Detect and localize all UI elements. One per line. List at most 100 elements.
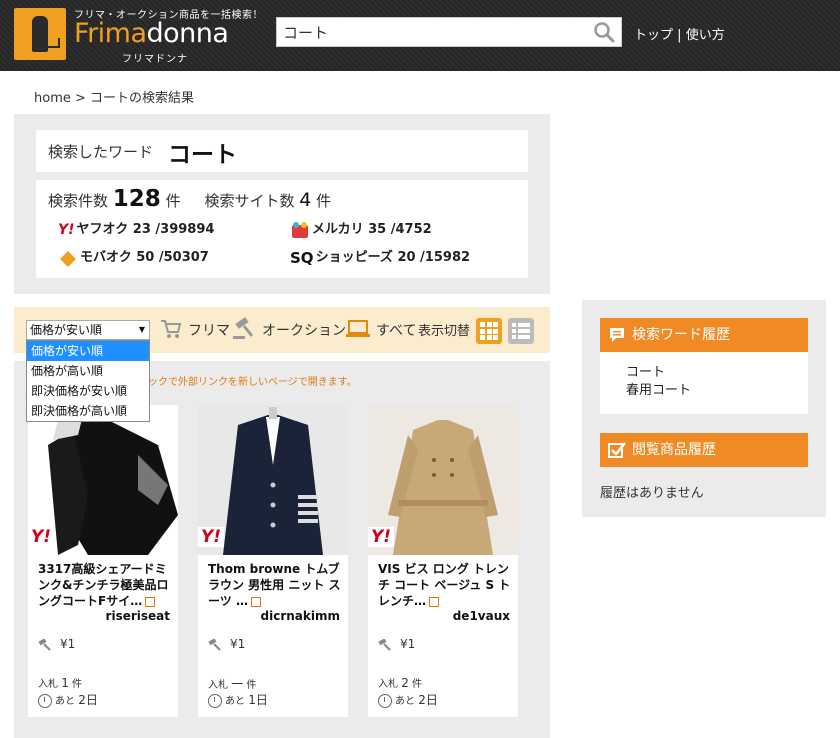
time-value: 2日	[418, 693, 438, 707]
time-value: 2日	[78, 693, 98, 707]
product-title[interactable]: Thom browne トムブラウン 男性用 ニット スーツ …	[208, 561, 342, 609]
view-toggle-label: 表示切替	[418, 324, 471, 339]
header-nav: トップ | 使い方	[634, 24, 725, 43]
search-icon[interactable]	[593, 21, 615, 43]
logo-subtitle: フリマドンナ	[122, 54, 188, 65]
bid-count: 入札 一 件	[208, 675, 256, 692]
clock-icon	[208, 694, 222, 708]
time-label: あと	[55, 696, 75, 707]
site-mercari[interactable]: メルカリ 35 /4752	[290, 218, 432, 239]
price: ¥1	[208, 637, 245, 651]
search-history-item[interactable]: 春用コート	[626, 382, 782, 400]
site-shoppies-label: ショッピーズ 20 /15982	[315, 250, 471, 265]
grid-view-button[interactable]	[476, 318, 502, 344]
search-history-header: 検索ワード履歴	[600, 318, 808, 352]
bids-value: 2	[401, 676, 409, 690]
clock-icon	[38, 694, 52, 708]
result-count-label: 検索件数	[48, 192, 109, 210]
bid-count: 入札 2 件	[378, 675, 422, 690]
product-title-text: VIS ビス ロング トレンチ コート ベージュ S トレンチ…	[378, 562, 511, 608]
time-value: 1日	[248, 693, 268, 707]
gavel-icon[interactable]	[232, 317, 258, 341]
product-card[interactable]: Y! VIS ビス ロング トレンチ コート ベージュ S トレンチ… de1v…	[368, 405, 518, 717]
external-link-icon[interactable]	[250, 596, 261, 607]
breadcrumb[interactable]: home > コートの検索結果	[34, 87, 194, 106]
product-title[interactable]: VIS ビス ロング トレンチ コート ベージュ S トレンチ…	[378, 561, 512, 609]
logo-text[interactable]: Frimadonna	[74, 18, 229, 49]
sidebar: 検索ワード履歴 コート 春用コート 閲覧商品履歴 履歴はありません	[582, 300, 826, 517]
seller-name: dicrnakimm	[260, 609, 340, 623]
bids-unit: 件	[246, 680, 257, 691]
product-title[interactable]: 3317高級シェアードミンク&チンチラ極美品ロングコートFサイ…	[38, 561, 172, 609]
bid-count: 入札 1 件	[38, 675, 82, 690]
yahoo-badge: Y!	[198, 527, 225, 547]
sort-option[interactable]: 即決価格が安い順	[27, 381, 149, 401]
nav-howto-link[interactable]: 使い方	[686, 28, 725, 43]
product-card[interactable]: Y! Thom browne トムブラウン 男性用 ニット スーツ … dicr…	[198, 405, 348, 717]
sort-option[interactable]: 価格が安い順	[27, 341, 149, 361]
search-input[interactable]	[283, 22, 583, 42]
laptop-icon[interactable]	[346, 319, 370, 339]
search-history-title: 検索ワード履歴	[632, 327, 730, 343]
list-view-button[interactable]	[508, 318, 534, 344]
product-card[interactable]: Y! 3317高級シェアードミンク&チンチラ極美品ロングコートFサイ… rise…	[28, 405, 178, 717]
gavel-icon	[378, 638, 391, 651]
chevron-down-icon: ▼	[138, 325, 145, 334]
search-count-box: 検索件数 128 件 検索サイト数 4 件 Y! ヤフオク 23 /399894 …	[36, 180, 528, 278]
time-left: あと 2日	[38, 691, 98, 708]
viewed-history-header: 閲覧商品履歴	[600, 433, 808, 467]
price-value: ¥1	[400, 637, 416, 651]
search-summary-panel: 検索したワード コート 検索件数 128 件 検索サイト数 4 件 Y! ヤフオク…	[14, 114, 550, 294]
time-left: あと 2日	[378, 691, 438, 708]
sort-option[interactable]: 価格が高い順	[27, 361, 149, 381]
site-mobaoku-label: モバオク 50 /50307	[80, 250, 209, 265]
viewed-history-empty: 履歴はありません	[600, 486, 704, 501]
site-yahoo-label: ヤフオク 23 /399894	[76, 222, 215, 237]
count-line: 検索件数 128 件 検索サイト数 4 件	[48, 186, 331, 212]
search-history-item[interactable]: コート	[626, 364, 782, 382]
logo-main: Frima	[74, 18, 147, 49]
result-count-unit: 件	[165, 192, 181, 210]
time-label: あと	[395, 696, 415, 707]
site-count-label: 検索サイト数	[204, 192, 295, 210]
logo-accent: donna	[146, 18, 229, 49]
result-count-value: 128	[112, 186, 161, 212]
price-value: ¥1	[230, 637, 246, 651]
price: ¥1	[378, 637, 415, 651]
mercari-icon	[292, 221, 308, 238]
bids-unit: 件	[72, 679, 83, 690]
site-mobaoku[interactable]: モバオク 50 /50307	[58, 246, 209, 267]
site-mercari-label: メルカリ 35 /4752	[312, 222, 432, 237]
gavel-icon	[208, 638, 221, 651]
bids-unit: 件	[412, 679, 423, 690]
external-link-icon[interactable]	[429, 596, 440, 607]
gavel-icon	[38, 638, 51, 651]
bids-label: 入札	[378, 679, 398, 690]
logo-icon[interactable]	[14, 8, 66, 60]
site-header: フリマ・オークション商品を一括検索！ Frimadonna フリマドンナ トップ…	[0, 0, 840, 71]
viewed-history-title: 閲覧商品履歴	[632, 442, 716, 458]
sort-select-value: 価格が安い順	[30, 323, 103, 337]
bids-label: 入札	[38, 679, 58, 690]
yahoo-badge: Y!	[28, 527, 55, 547]
site-count-unit: 件	[316, 192, 332, 210]
clock-icon	[378, 694, 392, 708]
shoppies-icon: SQ	[290, 248, 314, 267]
site-shoppies[interactable]: SQ ショッピーズ 20 /15982	[290, 246, 470, 267]
site-yahoo[interactable]: Y! ヤフオク 23 /399894	[58, 218, 214, 238]
seller-name: riseriseat	[105, 609, 170, 623]
filter-auction-button[interactable]: オークション	[262, 320, 346, 340]
filter-all-button[interactable]: すべて	[376, 320, 416, 340]
nav-top-link[interactable]: トップ	[634, 28, 673, 43]
search-history-list: コート 春用コート	[600, 352, 808, 414]
sort-select[interactable]: 価格が安い順 ▼	[26, 320, 150, 340]
sort-option[interactable]: 即決価格が高い順	[27, 401, 149, 421]
site-count-value: 4	[299, 189, 312, 211]
cart-icon[interactable]	[160, 319, 182, 339]
sort-dropdown: 価格が安い順 価格が高い順 即決価格が安い順 即決価格が高い順	[26, 340, 150, 422]
time-label: あと	[225, 696, 245, 707]
search-word-box: 検索したワード コート	[36, 130, 528, 172]
yahoo-badge: Y!	[368, 527, 395, 547]
filter-frima-button[interactable]: フリマ	[188, 320, 230, 340]
external-link-icon[interactable]	[145, 596, 156, 607]
